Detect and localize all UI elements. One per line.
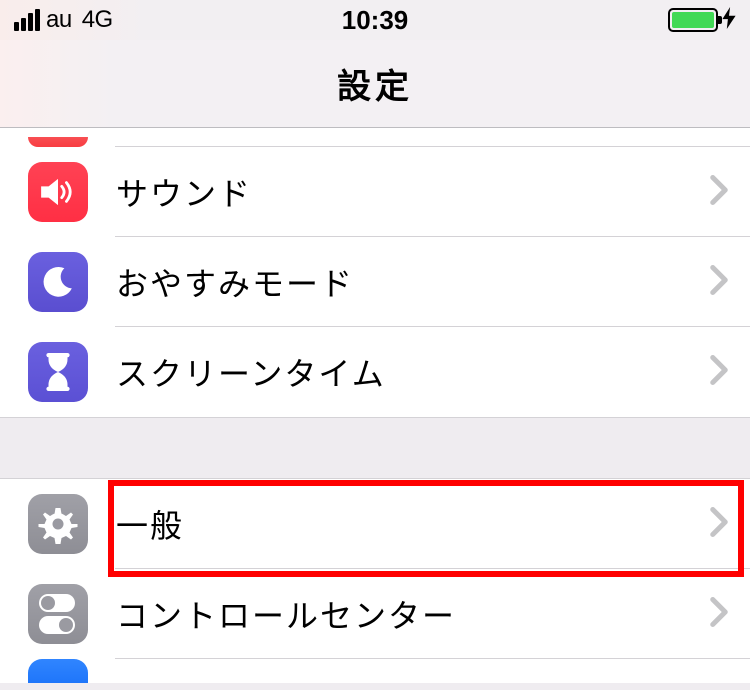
carrier-label: au: [46, 6, 72, 34]
list-item-screentime[interactable]: スクリーンタイム: [0, 327, 750, 417]
list-item-dnd[interactable]: おやすみモード: [0, 237, 750, 327]
network-type-label: 4G: [82, 6, 113, 34]
sound-icon: [28, 162, 88, 222]
gear-icon: [28, 494, 88, 554]
chevron-right-icon: [710, 355, 728, 390]
status-right: [668, 7, 736, 33]
list-item-partial-bottom[interactable]: [0, 659, 750, 683]
list-item-partial-top[interactable]: [0, 128, 750, 147]
notifications-icon: [28, 137, 88, 147]
signal-strength-icon: [14, 9, 40, 31]
chevron-right-icon: [710, 597, 728, 632]
clock: 10:39: [342, 5, 409, 36]
chevron-right-icon: [710, 507, 728, 542]
page-title: 設定: [337, 59, 413, 108]
display-icon: [28, 659, 88, 683]
charging-icon: [722, 7, 736, 33]
list-item-sound[interactable]: サウンド: [0, 147, 750, 237]
status-bar: au 4G 10:39: [0, 0, 750, 40]
chevron-right-icon: [710, 175, 728, 210]
row-label: コントロールセンター: [116, 591, 710, 637]
section-separator: [0, 417, 750, 479]
navigation-bar: 設定: [0, 40, 750, 128]
list-item-general[interactable]: 一般: [0, 479, 750, 569]
toggles-icon: [28, 584, 88, 644]
row-label: サウンド: [116, 169, 710, 215]
status-left: au 4G: [14, 6, 113, 34]
row-label: おやすみモード: [116, 259, 710, 305]
settings-list: サウンド おやすみモード スクリーンタイム: [0, 128, 750, 683]
hourglass-icon: [28, 342, 88, 402]
row-label: スクリーンタイム: [116, 349, 710, 395]
battery-icon: [668, 8, 718, 32]
chevron-right-icon: [710, 265, 728, 300]
list-item-control-center[interactable]: コントロールセンター: [0, 569, 750, 659]
row-label: 一般: [116, 501, 710, 547]
moon-icon: [28, 252, 88, 312]
